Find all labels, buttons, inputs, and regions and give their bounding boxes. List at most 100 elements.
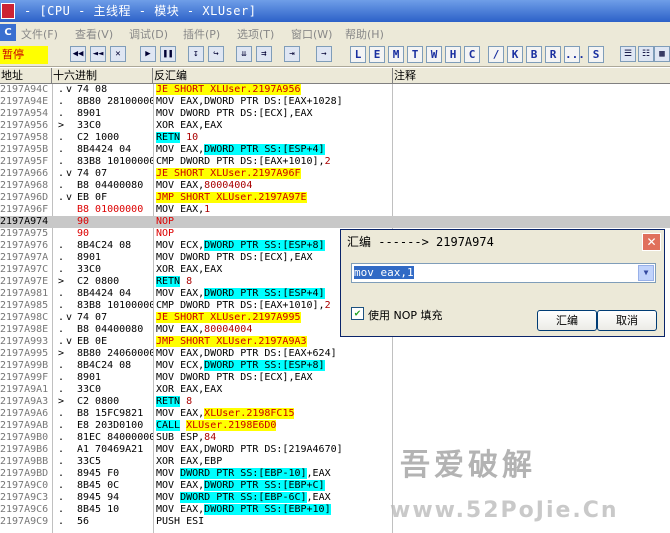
menu-help[interactable]: 帮助(H) (345, 26, 384, 42)
table-row[interactable]: 2197A954. 8901 MOV DWORD PTR DS:[ECX],EAX (0, 108, 670, 120)
chevron-down-icon[interactable]: ▼ (638, 265, 654, 281)
tree-view-icon[interactable]: ☷ (638, 46, 654, 62)
table-row[interactable]: 2197A968. B8 04400080 MOV EAX,80004004 (0, 180, 670, 192)
disasm-token: XOR EAX,EAX (156, 384, 223, 395)
step-over-icon[interactable]: ↪ (208, 46, 224, 62)
table-row[interactable]: 2197A96D. v EB 0F JMP SHORT XLUser.2197A97E (0, 192, 670, 204)
table-row[interactable]: 2197A96F B8 01000000 MOV EAX,1 (0, 204, 670, 216)
table-row[interactable]: 2197A94E. 8B80 28100000 MOV EAX,DWORD PTR … (0, 96, 670, 108)
table-row[interactable]: 2197A9AB. E8 203D0100 CALL XLUser.2198E6D0 (0, 420, 670, 432)
assemble-button[interactable]: 汇编 (537, 310, 597, 331)
hex-cell: 8B45 10 (77, 504, 120, 515)
table-row[interactable]: 2197A9B0. 81EC 84000000 SUB ESP,84 (0, 432, 670, 444)
address-cell: 2197A958 (0, 132, 49, 143)
cancel-button[interactable]: 取消 (597, 310, 657, 331)
pause-icon[interactable]: ❚❚ (160, 46, 176, 62)
toolbar-M-button[interactable]: M (388, 46, 404, 63)
disasm-token: ,EAX (306, 492, 331, 503)
table-row[interactable]: 2197A99F. 8901 MOV DWORD PTR DS:[ECX],EAX (0, 372, 670, 384)
disasm-token: CMP DWORD PTR DS:[EAX+1010], (156, 300, 325, 311)
menu-file[interactable]: 文件(F) (21, 26, 58, 42)
table-row[interactable]: 2197A99B. 8B4C24 08 MOV ECX,DWORD PTR SS:[… (0, 360, 670, 372)
menu-debug[interactable]: 调试(D) (129, 26, 168, 42)
watermark-url: www.52PoJie.Cn (390, 498, 619, 523)
execute-till-return-icon[interactable]: ⇥ (284, 46, 300, 62)
dialog-title-bar[interactable]: 汇编 ------> 2197A974 ✕ (341, 230, 664, 254)
address-cell: 2197A974 (0, 216, 49, 227)
trace-into-icon[interactable]: ⇊ (236, 46, 252, 62)
toolbar-slash-button[interactable]: / (488, 46, 504, 63)
trace-over-icon[interactable]: ⇉ (256, 46, 272, 62)
table-row[interactable]: 2197A9C0. 8B45 0C MOV EAX,DWORD PTR SS:[EB… (0, 480, 670, 492)
table-row[interactable]: 2197A958. C2 1000 RETN 10 (0, 132, 670, 144)
address-cell: 2197A98C (0, 312, 49, 323)
toolbar-E-button[interactable]: E (369, 46, 385, 63)
marker-cell: . (58, 324, 65, 335)
disasm-token: JE SHORT XLUser.2197A956 (156, 84, 301, 95)
table-row[interactable]: 2197A94C. v 74 08 JE SHORT XLUser.2197A956 (0, 84, 670, 96)
hex-cell: 56 (77, 516, 90, 527)
table-row[interactable]: 2197A9BB. 33C5 XOR EAX,EBP (0, 456, 670, 468)
disasm-token: CALL (156, 420, 181, 431)
list-view-icon[interactable]: ☰ (620, 46, 636, 62)
toolbar-B-button[interactable]: B (526, 46, 542, 63)
title-bar[interactable]: - [CPU - 主线程 - 模块 - XLUser] (0, 0, 670, 22)
menu-view[interactable]: 查看(V) (75, 26, 113, 42)
run-icon[interactable]: ▶ (140, 46, 156, 62)
toolbar-C-button[interactable]: C (464, 46, 480, 63)
marker-cell: . (58, 444, 65, 455)
restart-icon[interactable]: ◄◄ (90, 46, 106, 62)
toolbar-K-button[interactable]: K (507, 46, 523, 63)
disasm-cell: MOV EAX,DWORD PTR SS:[ESP+4] (156, 144, 392, 156)
disasm-token: MOV EAX,DWORD PTR DS:[219A4670] (156, 444, 343, 455)
header-hex[interactable]: 十六进制 (52, 68, 153, 84)
close-icon[interactable]: ✕ (642, 233, 661, 251)
header-address[interactable]: 地址 (0, 68, 52, 84)
table-row[interactable]: 2197A95F. 83B8 10100000 CMP DWORD PTR DS:[… (0, 156, 670, 168)
disasm-token: 2 (324, 156, 331, 167)
menu-plugins[interactable]: 插件(P) (183, 26, 220, 42)
jump-arrow-cell: v (66, 336, 73, 347)
toolbar-H-button[interactable]: H (445, 46, 461, 63)
close-program-icon[interactable]: ✕ (110, 46, 126, 62)
toolbar-S-button[interactable]: S (588, 46, 604, 63)
toolbar-L-button[interactable]: L (350, 46, 366, 63)
goto-icon[interactable]: → (316, 46, 332, 62)
header-comment[interactable]: 注释 (393, 68, 670, 84)
table-row[interactable]: 2197A9B6. A1 70469A21 MOV EAX,DWORD PTR DS… (0, 444, 670, 456)
disasm-token: 80004004 (204, 324, 253, 335)
disasm-token: XLUser.2198E6D0 (186, 420, 277, 431)
table-row[interactable]: 2197A9BD. 8945 F0 MOV DWORD PTR SS:[EBP-10… (0, 468, 670, 480)
disasm-token: MOV EAX, (156, 204, 205, 215)
grid-view-icon[interactable]: ▦ (654, 46, 670, 62)
table-row[interactable]: 2197A966. v 74 07 JE SHORT XLUser.2197A96F (0, 168, 670, 180)
table-row[interactable]: 2197A956 >33C0 XOR EAX,EAX (0, 120, 670, 132)
disasm-cell: NOP (156, 216, 392, 228)
rewind-icon[interactable]: ◀◀ (70, 46, 86, 62)
table-row[interactable]: 2197A95B. 8B4424 04 MOV EAX,DWORD PTR SS:[… (0, 144, 670, 156)
nop-fill-checkbox[interactable]: ✔ (351, 307, 364, 320)
step-into-icon[interactable]: ↧ (188, 46, 204, 62)
table-row[interactable]: 2197A974 90 NOP (0, 216, 670, 228)
table-row[interactable]: 2197A993. v EB 0E JMP SHORT XLUser.2197A9A3 (0, 336, 670, 348)
disasm-cell: MOV DWORD PTR SS:[EBP-6C],EAX (156, 492, 392, 504)
cpu-icon[interactable]: C (0, 24, 16, 41)
disasm-token: ,EAX (306, 468, 331, 479)
toolbar-W-button[interactable]: W (426, 46, 442, 63)
table-row[interactable]: 2197A9A1. 33C0 XOR EAX,EAX (0, 384, 670, 396)
table-row[interactable]: 2197A9A3 > C2 0800 RETN 8 (0, 396, 670, 408)
disasm-token: RETN (156, 396, 181, 407)
marker-cell: . (58, 456, 65, 467)
toolbar-R-button[interactable]: R (545, 46, 561, 63)
toolbar-dots-button[interactable]: ... (564, 46, 585, 63)
disasm-token: MOV EAX,DWORD PTR DS:[EAX+624] (156, 348, 337, 359)
menu-options[interactable]: 选项(T) (237, 26, 274, 42)
assemble-input[interactable]: mov eax,1 ▼ (351, 263, 656, 283)
table-row[interactable]: 2197A9A6. B8 15FC9821 MOV EAX,XLUser.2198F… (0, 408, 670, 420)
nop-fill-label[interactable]: 使用 NOP 填充 (368, 307, 443, 323)
disasm-cell: JMP SHORT XLUser.2197A97E (156, 192, 392, 204)
header-disasm[interactable]: 反汇编 (153, 68, 393, 84)
toolbar-T-button[interactable]: T (407, 46, 423, 63)
table-row[interactable]: 2197A995 >8B80 24060000 MOV EAX,DWORD PTR … (0, 348, 670, 360)
menu-window[interactable]: 窗口(W) (291, 26, 332, 42)
